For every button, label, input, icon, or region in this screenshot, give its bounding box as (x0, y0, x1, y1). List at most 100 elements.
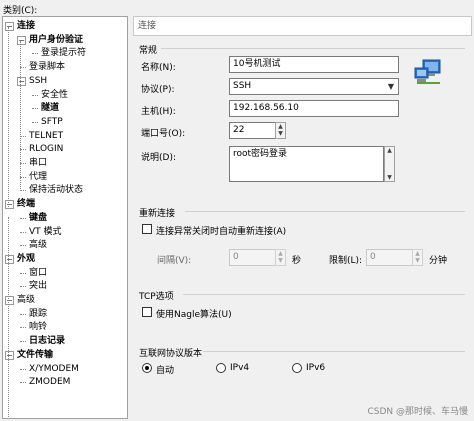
arrow-up-icon[interactable]: ▲ (276, 123, 285, 130)
tree-connector (32, 108, 38, 110)
ipv6-radio[interactable] (292, 363, 302, 373)
auto-reconnect-label: 连接异常关闭时自动重新连接(A) (156, 227, 287, 237)
tree-guide (8, 27, 9, 207)
tree-item[interactable]: X/YMODEM (29, 363, 79, 375)
tree-item[interactable]: 用户身份验证 (29, 34, 83, 46)
arrow-up-icon[interactable]: ▲ (385, 147, 394, 154)
port-label: 端口号(O): (141, 129, 186, 139)
tree-connector (32, 53, 38, 55)
tree-item[interactable]: 高级 (17, 294, 35, 306)
tree-connector (20, 341, 26, 343)
tree-item[interactable]: 登录脚本 (29, 61, 65, 73)
tree-item[interactable]: SSH (29, 75, 47, 87)
panel-header: 连接 (133, 16, 472, 36)
tree-connector (20, 382, 26, 384)
tree-expander-icon[interactable]: − (5, 254, 14, 264)
limit-input[interactable]: 0 (366, 249, 413, 266)
protocol-label: 协议(P): (141, 85, 175, 95)
host-input[interactable]: 192.168.56.10 (229, 100, 399, 117)
tree-item[interactable]: 串口 (29, 157, 47, 169)
limit-stepper[interactable]: ▲ ▼ (412, 249, 423, 266)
tree-expander-icon[interactable]: − (17, 35, 26, 45)
tree-item[interactable]: SFTP (41, 116, 63, 128)
settings-panel: 连接 常规 名称(N): 10号机测试 协议(P): SSH ▼ 主机(H): … (133, 16, 472, 421)
network-icon (414, 59, 442, 85)
chevron-down-icon: ▼ (387, 82, 394, 91)
limit-unit: 分钟 (429, 256, 448, 266)
ipv6-label: IPv6 (306, 363, 326, 373)
arrow-down-icon[interactable]: ▼ (276, 130, 285, 137)
interval-stepper[interactable]: ▲ ▼ (275, 249, 286, 266)
tcp-section-title: TCP选项 (139, 292, 174, 302)
tree-connector (20, 231, 26, 233)
ip-section-title: 互联网协议版本 (139, 349, 203, 359)
tree-connector (20, 327, 26, 329)
tree-item[interactable]: 安全性 (41, 89, 68, 101)
tree-item[interactable]: 高级 (29, 239, 47, 251)
ipv4-radio[interactable] (216, 363, 226, 373)
tree-item[interactable]: RLOGIN (29, 143, 63, 155)
tree-item[interactable]: ZMODEM (29, 376, 70, 388)
tree-expander-icon[interactable]: − (5, 200, 14, 210)
name-label: 名称(N): (141, 63, 176, 73)
tree-expander-icon[interactable]: − (5, 296, 14, 305)
tree-expander-icon[interactable]: − (5, 350, 14, 360)
tree-item[interactable]: 代理 (29, 171, 47, 183)
interval-unit: 秒 (292, 256, 302, 266)
port-input[interactable]: 22 (229, 122, 276, 139)
tree-item[interactable]: 连接 (17, 20, 35, 32)
tree-item[interactable]: 响铃 (29, 321, 47, 333)
tree-connector (20, 217, 26, 219)
tree-connector (20, 245, 26, 247)
arrow-up-icon[interactable]: ▲ (276, 250, 285, 257)
tree-item[interactable]: 文件传输 (17, 349, 53, 361)
description-label: 说明(D): (141, 153, 176, 163)
reconnect-section-title: 重新连接 (139, 209, 176, 219)
arrow-down-icon[interactable]: ▼ (413, 257, 422, 264)
nagle-checkbox[interactable] (142, 307, 152, 317)
tree-item[interactable]: 日志记录 (29, 335, 65, 347)
general-divider (161, 48, 465, 49)
tree-item[interactable]: TELNET (29, 130, 63, 142)
name-input[interactable]: 10号机测试 (229, 56, 399, 73)
protocol-value: SSH (233, 81, 252, 91)
tree-guide (8, 217, 9, 418)
tree-item[interactable]: 保持活动状态 (29, 184, 83, 196)
tree-guide (20, 41, 21, 191)
description-input[interactable]: root密码登录 (229, 146, 384, 182)
tree-connector (20, 286, 26, 288)
tree-item[interactable]: 跟踪 (29, 308, 47, 320)
tree-expander-icon[interactable]: − (17, 76, 26, 86)
arrow-up-icon[interactable]: ▲ (413, 250, 422, 257)
tree-item[interactable]: 键盘 (29, 212, 47, 224)
category-tree[interactable]: − 连接 − 用户身份验证 登录提示符 登录脚本 − SSH 安全性 隧道 SFTP TELNET RL… (2, 16, 128, 419)
interval-input[interactable]: 0 (229, 249, 276, 266)
tree-connector (20, 313, 26, 315)
watermark: CSDN @那时候、车马慢 (367, 407, 468, 417)
category-label: 类别(C): (3, 6, 38, 16)
reconnect-divider (185, 211, 465, 212)
tree-item[interactable]: 外观 (17, 253, 35, 265)
tree-item[interactable]: VT 模式 (29, 226, 62, 238)
host-label: 主机(H): (141, 107, 176, 117)
tree-item[interactable]: 突出 (29, 280, 47, 292)
tree-item[interactable]: 终端 (17, 198, 35, 210)
tree-item[interactable]: 窗口 (29, 267, 47, 279)
auto-reconnect-checkbox[interactable] (142, 224, 152, 234)
port-stepper[interactable]: ▲ ▼ (275, 122, 286, 139)
ip-auto-radio[interactable] (142, 363, 152, 373)
tree-item[interactable]: 隧道 (41, 102, 59, 114)
tree-connector (20, 368, 26, 370)
tree-connector (20, 272, 26, 274)
ip-divider (203, 351, 465, 352)
interval-label: 间隔(V): (157, 256, 192, 266)
protocol-select[interactable]: SSH ▼ (229, 78, 399, 95)
tree-expander-icon[interactable]: − (5, 22, 14, 31)
tree-item[interactable]: 登录提示符 (41, 47, 86, 59)
limit-label: 限制(L): (329, 256, 363, 266)
arrow-down-icon[interactable]: ▼ (385, 174, 394, 181)
description-scrollbar[interactable]: ▲ ▼ (384, 146, 395, 182)
general-section-title: 常规 (139, 46, 158, 56)
tcp-divider (183, 294, 465, 295)
arrow-down-icon[interactable]: ▼ (276, 257, 285, 264)
